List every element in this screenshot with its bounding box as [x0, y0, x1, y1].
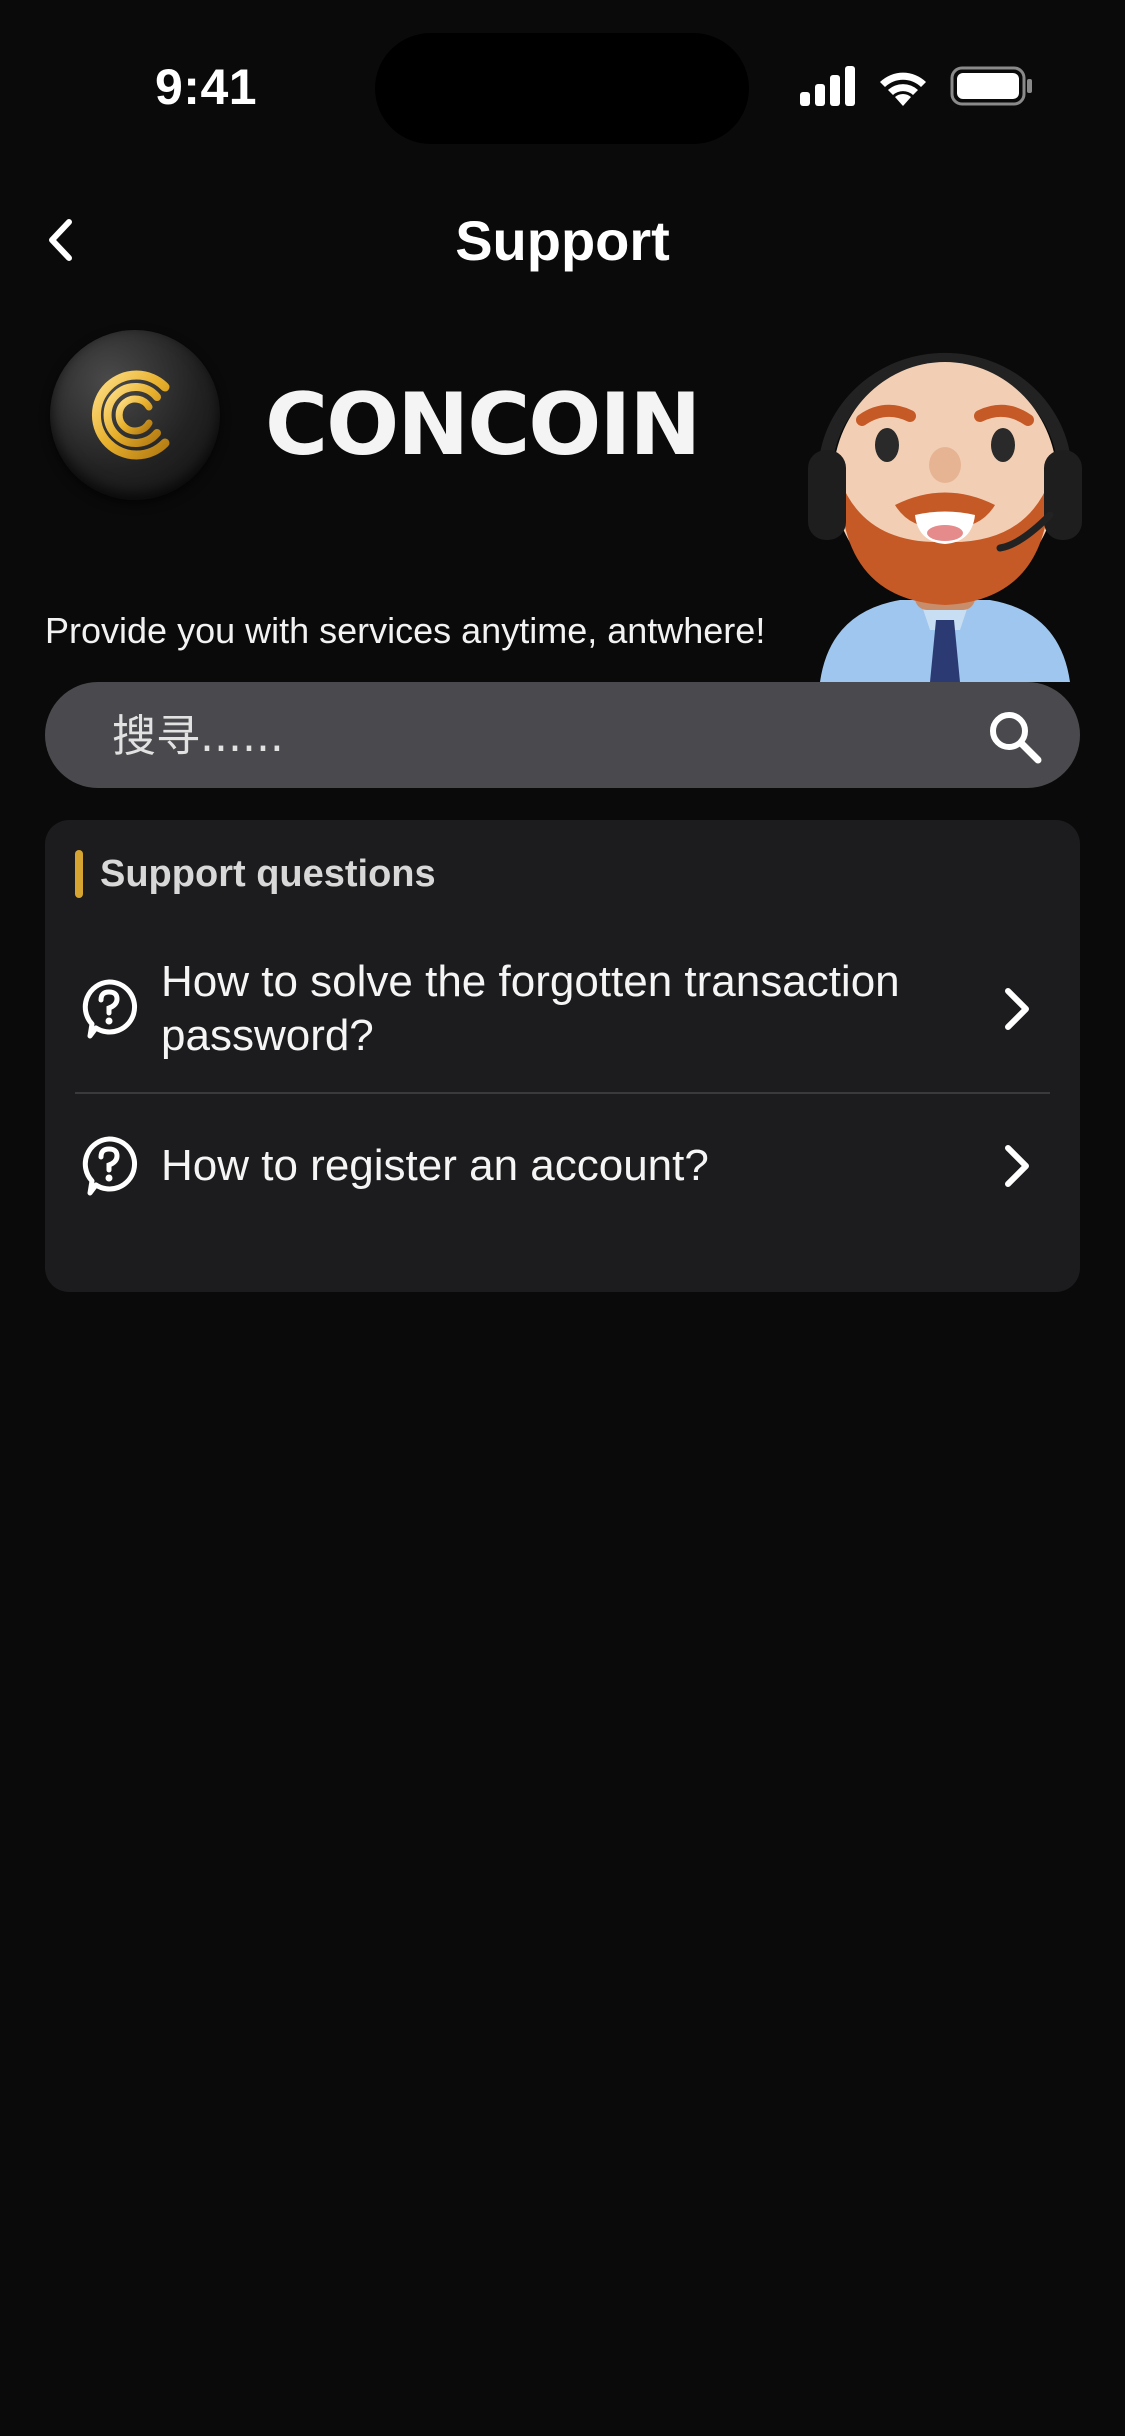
- dynamic-island: [375, 33, 749, 144]
- search-bar: [45, 682, 1080, 790]
- question-bubble-icon: [82, 1136, 138, 1196]
- support-questions-card: Support questions How to solve the forgo…: [45, 820, 1080, 1292]
- search-input[interactable]: [110, 682, 964, 790]
- section-title: Support questions: [100, 853, 436, 895]
- tagline: Provide you with services anytime, antwh…: [45, 610, 766, 651]
- question-row[interactable]: How to solve the forgotten transaction p…: [75, 955, 1050, 1063]
- question-text: How to register an account?: [161, 1141, 709, 1190]
- wifi-icon: [880, 72, 926, 106]
- support-agent-illustration: [800, 330, 1090, 682]
- search-icon[interactable]: [986, 708, 1042, 764]
- concoin-logo: [50, 330, 220, 500]
- chevron-right-icon: [1005, 1145, 1029, 1187]
- question-text: How to solve the forgotten transaction p…: [161, 957, 900, 1060]
- coin-c-icon: [91, 370, 170, 460]
- chevron-right-icon: [1005, 988, 1029, 1030]
- question-row[interactable]: How to register an account?: [75, 1135, 1050, 1197]
- brand-name: CONCOIN: [265, 375, 701, 475]
- page-title: Support: [455, 209, 670, 272]
- status-icons: [800, 62, 1034, 110]
- cellular-signal-icon: [800, 66, 855, 106]
- status-time: 9:41: [155, 59, 258, 115]
- divider: [75, 1092, 1050, 1094]
- battery-icon: [950, 66, 1032, 106]
- section-accent-bar: [75, 850, 83, 898]
- question-bubble-icon: [82, 979, 138, 1039]
